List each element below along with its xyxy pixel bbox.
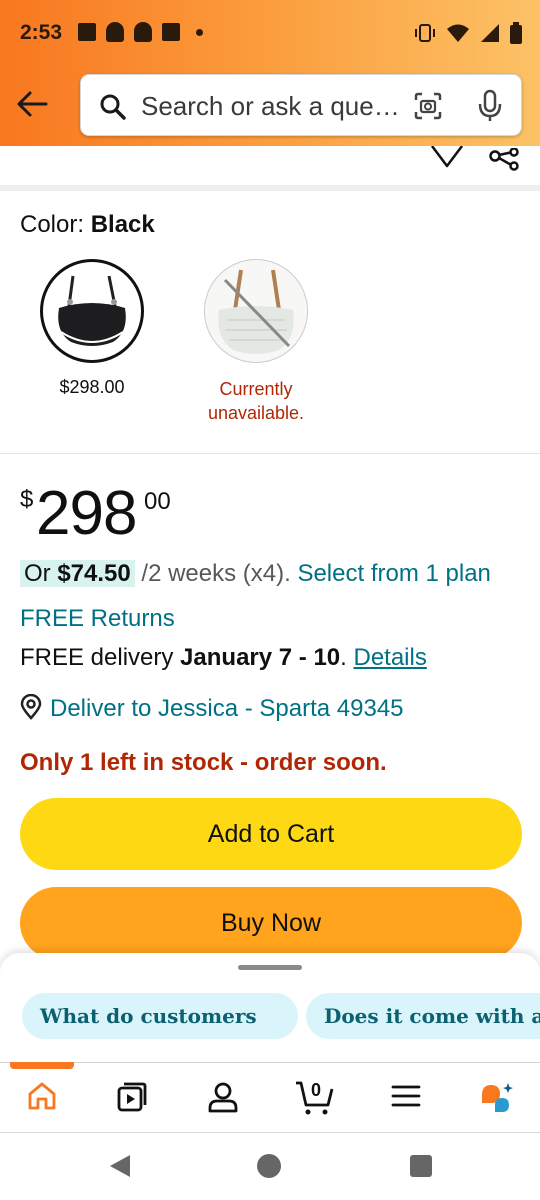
microphone-icon[interactable] (477, 89, 503, 123)
share-icon[interactable] (488, 148, 520, 172)
cart-count: 0 (311, 1080, 322, 1100)
notification-icons (78, 22, 203, 42)
system-home-icon[interactable] (257, 1154, 281, 1178)
stock-warning: Only 1 left in stock - order soon. (20, 749, 387, 776)
price-currency: $ (20, 486, 34, 513)
back-arrow-icon[interactable] (14, 86, 50, 122)
divider (0, 185, 540, 191)
search-icon (100, 94, 126, 120)
divider (0, 453, 540, 454)
select-plan-link[interactable]: Select from 1 plan (297, 560, 490, 587)
rufus-icon[interactable] (478, 1081, 514, 1113)
cart-icon[interactable]: 0 (294, 1077, 334, 1117)
system-recents-icon[interactable] (410, 1155, 432, 1177)
snapchat-icon (106, 22, 124, 42)
active-tab-indicator (10, 1062, 74, 1069)
suggestion-chip[interactable]: What do customers (22, 993, 298, 1039)
white-bag-image (218, 269, 294, 354)
color-label: Color: Black (20, 211, 155, 238)
location-pin-icon (20, 694, 42, 720)
wifi-icon (447, 24, 469, 42)
system-navigation-bar (0, 1133, 540, 1200)
free-returns-link[interactable]: FREE Returns (20, 605, 175, 633)
camera-lens-icon[interactable] (413, 91, 443, 121)
vibrate-icon (415, 24, 435, 42)
installment-offer: Or $74.50 /2 weeks (x4). Select from 1 p… (20, 560, 491, 588)
add-to-cart-button[interactable]: Add to Cart (20, 798, 522, 870)
video-icon[interactable] (116, 1081, 148, 1113)
black-bag-image (58, 275, 126, 346)
home-icon[interactable] (27, 1081, 57, 1111)
drag-handle[interactable] (238, 965, 302, 970)
installment-highlight: Or $74.50 (20, 560, 135, 587)
more-notifications-icon (196, 28, 203, 36)
bottom-nav: 0 (0, 1062, 540, 1132)
delivery-info: FREE delivery January 7 - 10. Details (20, 644, 427, 671)
system-status-icons (414, 22, 522, 44)
color-swatch-black[interactable] (40, 259, 144, 363)
status-time: 2:53 (20, 21, 63, 44)
search-input[interactable]: Search or ask a que… (141, 91, 400, 122)
battery-icon (510, 22, 522, 44)
selected-color: Black (90, 211, 155, 238)
header-bar: 2:53 Search or ask a que… (0, 0, 540, 146)
system-back-icon[interactable] (108, 1153, 132, 1179)
suggestion-chip[interactable]: Does it come with a d (306, 993, 540, 1039)
color-swatch-white[interactable] (204, 259, 308, 363)
price-fraction: 00 (144, 488, 171, 515)
snapchat-icon-2 (134, 22, 152, 42)
product-image-area (0, 146, 540, 186)
color-unavailable-text: Currently unavailable. (207, 379, 305, 423)
price-whole: 298 (36, 479, 137, 548)
wishlist-heart-icon[interactable] (430, 146, 464, 168)
color-price-black: $298.00 (59, 377, 125, 397)
account-icon[interactable] (207, 1081, 239, 1113)
facebook-icon (78, 23, 96, 41)
deliver-to-link[interactable]: Deliver to Jessica - Sparta 49345 (20, 694, 404, 723)
buy-now-button[interactable]: Buy Now (20, 887, 522, 959)
signal-icon (481, 24, 499, 42)
menu-icon[interactable] (391, 1081, 421, 1111)
status-bar: 2:53 (0, 0, 540, 66)
delivery-dates: January 7 - 10 (180, 644, 341, 671)
search-bar[interactable]: Search or ask a que… (80, 74, 522, 136)
app-icon (162, 23, 180, 41)
delivery-details-link[interactable]: Details (353, 644, 426, 671)
rufus-suggestion-sheet: What do customers Does it come with a d (0, 953, 540, 1063)
